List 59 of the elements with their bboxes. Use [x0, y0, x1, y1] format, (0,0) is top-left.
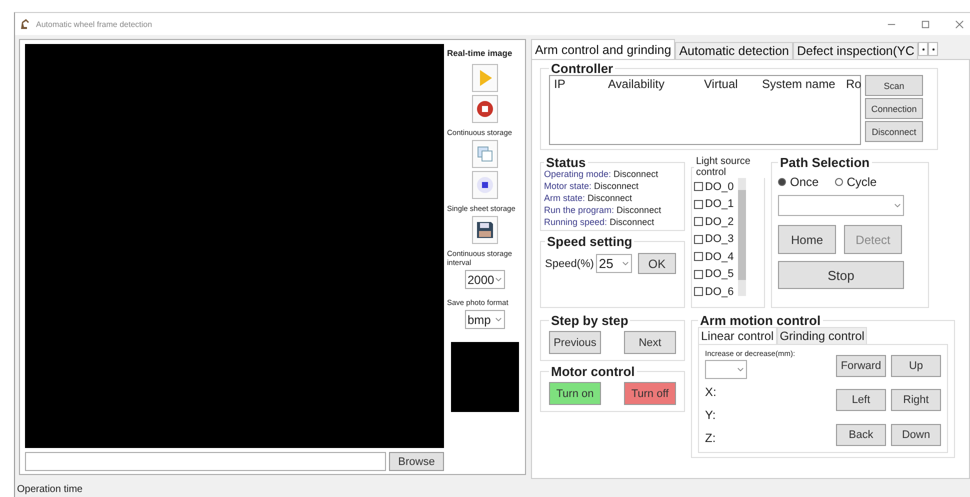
group-title: Light source control	[695, 156, 752, 178]
group-title: Motor control	[550, 365, 636, 378]
motion-button[interactable]: Forward	[836, 355, 886, 377]
speed-dropdown[interactable]: 25	[596, 254, 632, 273]
motor-button[interactable]: Turn on	[549, 382, 601, 405]
motion-button[interactable]: Right	[891, 389, 941, 412]
checkbox[interactable]: DO_2	[694, 213, 734, 230]
column-header[interactable]: Virtual	[704, 77, 762, 91]
group-title: Speed setting	[546, 235, 634, 248]
column-header[interactable]: IP	[554, 77, 608, 91]
checkbox[interactable]: DO_6	[694, 283, 734, 300]
column-header[interactable]: Availability	[608, 77, 704, 91]
step-button[interactable]: Previous	[549, 331, 601, 354]
status-line: Arm state: Disconnect	[544, 193, 634, 203]
checkbox[interactable]: DO_4	[694, 248, 734, 266]
speed-label: Speed(%)	[545, 258, 594, 270]
column-header[interactable]: System name	[762, 77, 846, 91]
status-line: Running speed: Disconnect	[544, 217, 656, 227]
axis-label: Z:	[705, 431, 717, 447]
group-title: Path Selection	[779, 156, 871, 169]
step-button[interactable]: Next	[624, 331, 676, 354]
controller-button[interactable]: Disconnect	[865, 121, 923, 142]
section-label: Real-time image	[447, 48, 512, 58]
tab[interactable]: Grinding control	[776, 327, 868, 344]
dropdown[interactable]: bmp	[464, 310, 504, 330]
checkbox[interactable]: DO_3	[694, 230, 734, 248]
controller-list[interactable]: IP Availability Virtual System name Ro	[549, 75, 861, 145]
status-text: Operation time	[17, 484, 83, 495]
axis-label: X:	[705, 385, 718, 401]
path-button[interactable]: Home	[778, 225, 836, 254]
checkbox[interactable]: DO_1	[694, 196, 734, 213]
axis-label: Y:	[705, 408, 717, 424]
tab[interactable]: Automatic detection	[675, 42, 793, 59]
motion-button[interactable]: Up	[891, 355, 941, 377]
motion-button[interactable]: Left	[836, 389, 886, 412]
status-line: Run the program: Disconnect	[544, 205, 662, 215]
radio-button[interactable]: Cycle	[834, 175, 877, 189]
group-title: Step by step	[550, 314, 630, 327]
motor-button[interactable]: Turn off	[624, 382, 676, 405]
tab[interactable]: Arm control and grinding	[531, 39, 676, 59]
group-title: Status	[545, 156, 587, 169]
group-title: Arm motion control	[699, 314, 822, 327]
tab[interactable]: Linear control	[698, 327, 777, 344]
window-title: Automatic wheel frame detection	[36, 20, 152, 28]
status-line: Operating mode: Disconnect	[544, 169, 660, 179]
checkbox[interactable]: DO_5	[694, 266, 734, 283]
motion-button[interactable]: Down	[891, 424, 941, 446]
motion-button[interactable]: Back	[836, 424, 886, 446]
stop-button[interactable]: Stop	[778, 261, 904, 289]
ok-button[interactable]: OK	[638, 253, 676, 274]
status-line: Motor state: Disconnect	[544, 181, 640, 191]
radio-button[interactable]: Once	[778, 175, 819, 189]
browse-button[interactable]: Browse	[389, 452, 444, 471]
dropdown[interactable]: 2000	[464, 270, 504, 290]
checkbox[interactable]: DO_0	[694, 178, 734, 196]
controller-button[interactable]: Scan	[865, 75, 923, 96]
group-title: Controller	[550, 62, 614, 75]
tab[interactable]: Defect inspection(YC	[792, 42, 918, 59]
controller-button[interactable]: Connection	[865, 98, 923, 119]
